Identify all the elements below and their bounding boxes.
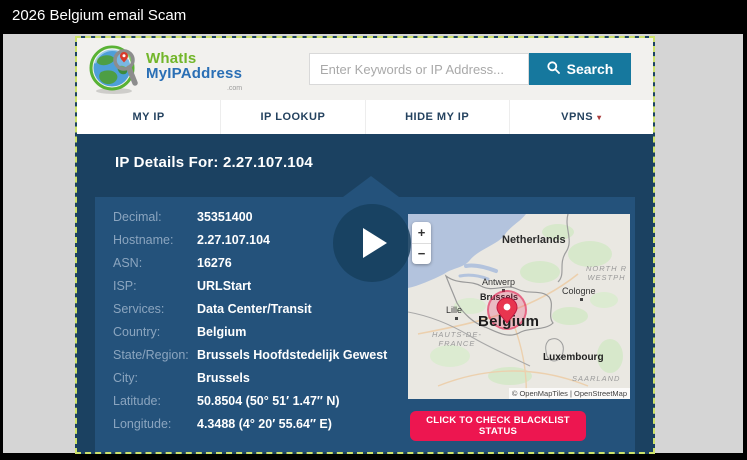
- check-blacklist-button[interactable]: CLICK TO CHECK BLACKLIST STATUS: [410, 411, 586, 441]
- lille-dot: [455, 317, 458, 320]
- site-nav: MY IP IP LOOKUP HIDE MY IP VPNS ▾: [77, 100, 653, 134]
- detail-label: Country:: [113, 325, 161, 339]
- window-title: 2026 Belgium email Scam: [12, 7, 187, 24]
- nav-item-vpns[interactable]: VPNS ▾: [510, 100, 653, 134]
- chevron-down-icon: ▾: [597, 112, 602, 122]
- search-icon: [547, 61, 560, 77]
- nav-label: MY IP: [132, 111, 165, 123]
- map-label-saarland: SAARLAND: [572, 374, 621, 383]
- site-logo[interactable]: WhatIs MyIPAddress .com: [87, 42, 242, 101]
- cologne-dot: [580, 298, 583, 301]
- map-attribution[interactable]: © OpenMapTiles | OpenStreetMap: [508, 388, 630, 399]
- nav-label: VPNS: [561, 111, 594, 123]
- search-button-label: Search: [566, 61, 614, 77]
- map-label-lille: Lille: [446, 305, 463, 315]
- map-label-north-rhine: NORTH R WESTPH: [586, 264, 627, 282]
- map-label-line: NORTH R: [586, 264, 628, 273]
- search-button[interactable]: Search: [529, 53, 631, 85]
- map-label-line: HAUTS-DE-: [432, 330, 482, 339]
- detail-row-longitude: Longitude: 4.3488 (4° 20′ 55.64″ E): [113, 417, 405, 432]
- video-thumbnail[interactable]: WhatIs MyIPAddress .com Search MY IP: [75, 36, 655, 454]
- detail-value: URLStart: [197, 279, 252, 293]
- logo-tld: .com: [226, 85, 243, 92]
- map-label-hauts-de-france: HAUTS-DE- FRANCE: [432, 330, 482, 348]
- detail-label: Longitude:: [113, 417, 172, 431]
- map-label-cologne: Cologne: [562, 286, 596, 296]
- search-input[interactable]: [309, 53, 529, 85]
- nav-item-hide-my-ip[interactable]: HIDE MY IP: [366, 100, 510, 134]
- detail-label: State/Region:: [113, 348, 189, 362]
- zoom-in-button[interactable]: +: [412, 222, 431, 244]
- ip-details-heading: IP Details For: 2.27.107.104: [115, 154, 313, 171]
- nav-label: HIDE MY IP: [405, 111, 470, 123]
- detail-row-country: Country: Belgium: [113, 325, 405, 340]
- panel-notch: [343, 176, 399, 197]
- detail-value: 2.27.107.104: [197, 233, 270, 247]
- detail-value: Brussels Hoofdstedelijk Gewest: [197, 348, 388, 362]
- site-header: WhatIs MyIPAddress .com Search: [77, 38, 653, 100]
- map-zoom-control: + −: [412, 222, 431, 264]
- detail-label: Decimal:: [113, 210, 162, 224]
- detail-row-state-region: State/Region: Brussels Hoofdstedelijk Gew…: [113, 348, 405, 363]
- site-logo-text: WhatIs MyIPAddress .com: [146, 42, 242, 96]
- detail-label: Services:: [113, 302, 165, 316]
- nav-item-ip-lookup[interactable]: IP LOOKUP: [221, 100, 366, 134]
- detail-row-latitude: Latitude: 50.8504 (50° 51′ 1.47″ N): [113, 394, 405, 409]
- detail-label: City:: [113, 371, 138, 385]
- window-title-bar: 2026 Belgium email Scam: [0, 0, 747, 34]
- location-pin-icon: [495, 296, 519, 329]
- detail-label: ASN:: [113, 256, 143, 270]
- zoom-out-button[interactable]: −: [412, 244, 431, 265]
- map-label-luxembourg: Luxembourg: [543, 352, 604, 363]
- detail-label: Latitude:: [113, 394, 161, 408]
- editor-canvas: WhatIs MyIPAddress .com Search MY IP: [3, 34, 743, 454]
- nav-label: IP LOOKUP: [260, 111, 326, 123]
- detail-label: Hostname:: [113, 233, 174, 247]
- map-label-line: FRANCE: [438, 339, 476, 348]
- detail-value: 4.3488 (4° 20′ 55.64″ E): [197, 417, 332, 431]
- map-label-netherlands: Netherlands: [502, 234, 566, 246]
- detail-label: ISP:: [113, 279, 137, 293]
- detail-value: 50.8504 (50° 51′ 1.47″ N): [197, 394, 340, 408]
- location-map[interactable]: Netherlands NORTH R WESTPH Antwerp Bruss…: [408, 214, 630, 399]
- detail-value: Brussels: [197, 371, 250, 385]
- detail-value: 16276: [197, 256, 232, 270]
- ip-details-section: IP Details For: 2.27.107.104 Decimal: 353…: [77, 134, 653, 452]
- globe-magnifier-logo-icon: [87, 42, 141, 101]
- play-button[interactable]: [333, 204, 411, 282]
- detail-row-city: City: Brussels: [113, 371, 405, 386]
- nav-item-my-ip[interactable]: MY IP: [77, 100, 222, 134]
- detail-value: 35351400: [197, 210, 253, 224]
- logo-line2: MyIPAddress: [146, 65, 243, 82]
- detail-row-services: Services: Data Center/Transit: [113, 302, 405, 317]
- detail-value: Belgium: [197, 325, 247, 339]
- map-label-antwerp: Antwerp: [482, 277, 516, 287]
- play-icon: [363, 228, 387, 258]
- map-label-line: WESTPH: [587, 273, 626, 282]
- detail-value: Data Center/Transit: [197, 302, 312, 316]
- detail-row-isp: ISP: URLStart: [113, 279, 405, 294]
